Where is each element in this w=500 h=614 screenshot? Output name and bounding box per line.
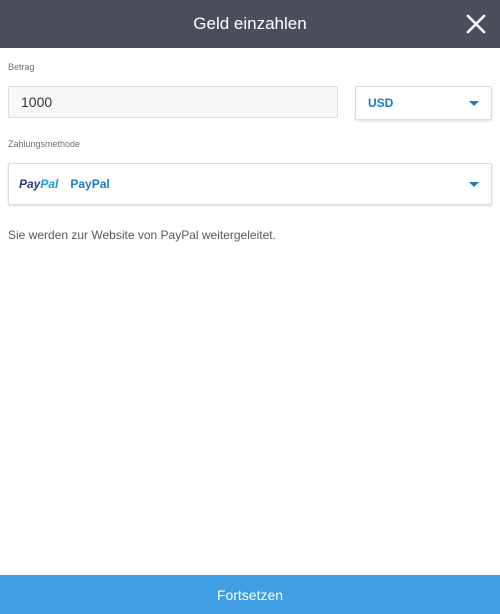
payment-method-label: Zahlungsmethode [8, 139, 81, 149]
dialog-title: Geld einzahlen [193, 14, 307, 33]
paypal-logo: PayPal [19, 177, 59, 191]
chevron-down-icon [469, 181, 479, 187]
currency-dropdown[interactable]: USD [355, 86, 492, 120]
close-button[interactable] [464, 12, 488, 36]
deposit-dialog: Geld einzahlen Betrag 1000 USD Zahlungsm… [0, 0, 500, 614]
amount-input[interactable]: 1000 [8, 86, 338, 118]
close-icon [466, 14, 486, 34]
amount-label: Betrag [8, 62, 35, 72]
chevron-down-icon [469, 100, 479, 106]
payment-method-dropdown[interactable]: PayPal PayPal [8, 163, 492, 205]
redirect-note: Sie werden zur Website von PayPal weiter… [8, 228, 276, 242]
continue-button[interactable]: Fortsetzen [0, 575, 500, 614]
dialog-header: Geld einzahlen [0, 0, 500, 48]
currency-value: USD [368, 96, 394, 110]
payment-method-value: PayPal [70, 177, 110, 191]
